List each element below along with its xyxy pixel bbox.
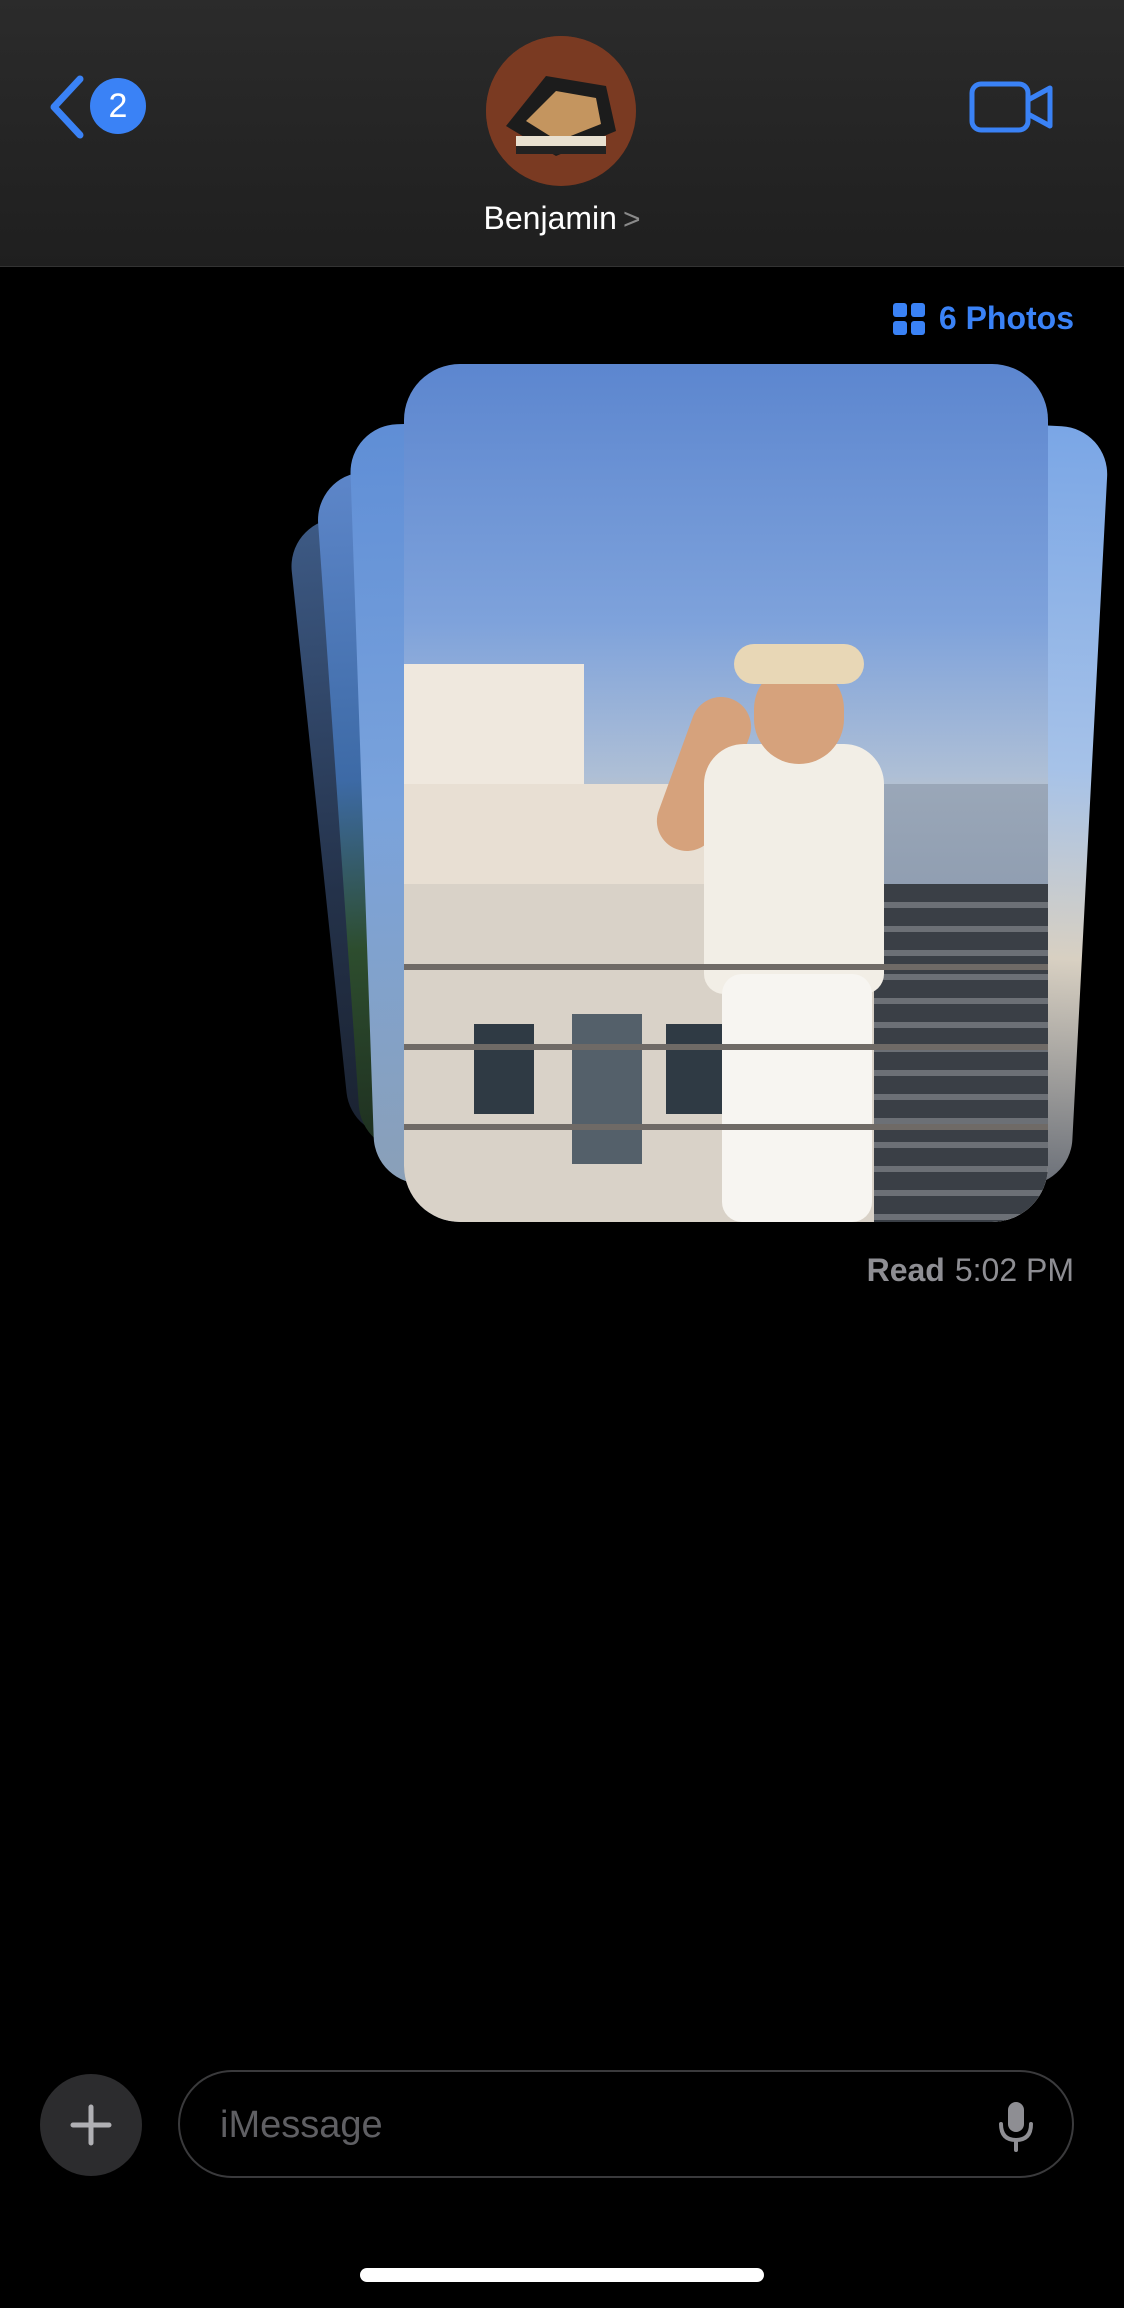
photo-image (404, 364, 1048, 1222)
home-indicator[interactable] (360, 2268, 764, 2282)
photo-stack[interactable] (0, 0, 1124, 1260)
read-receipt: Read 5:02 PM (867, 1252, 1074, 1289)
message-input-container (178, 2070, 1074, 2178)
plus-icon (70, 2104, 112, 2146)
read-status-label: Read (866, 1252, 945, 1288)
photo-message-bubble[interactable] (404, 364, 1048, 1222)
microphone-icon[interactable] (996, 2100, 1036, 2152)
add-attachment-button[interactable] (40, 2074, 142, 2176)
message-input[interactable] (218, 2072, 982, 2178)
read-time: 5:02 PM (954, 1252, 1074, 1288)
messages-screen: 2 Benjamin > 6 Photos Read 5:02 PM iMess… (0, 0, 1124, 2308)
